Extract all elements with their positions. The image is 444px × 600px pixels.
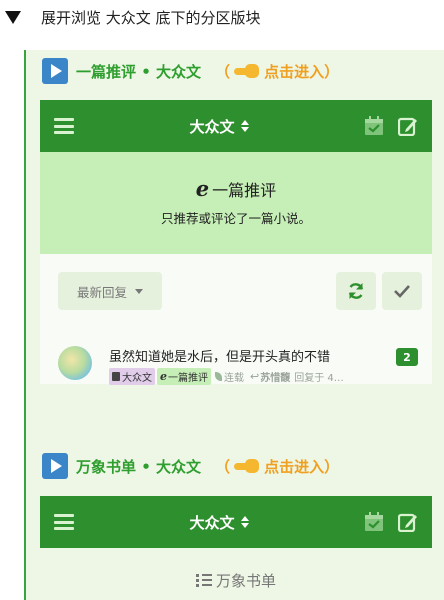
refresh-button[interactable]	[336, 272, 376, 310]
mark-read-button[interactable]	[382, 272, 422, 310]
list-icon	[195, 574, 212, 587]
reply-time: 回复于 4…	[294, 373, 344, 384]
table-row[interactable]: 虽然知道她是水后，但是开头真的不错 2 大众文 e 一篇推评 连载 ↩ 苏惜馥	[40, 340, 432, 385]
reply-icon: ↩	[250, 370, 260, 383]
channel-tag[interactable]: 大众文	[109, 368, 155, 385]
play-icon	[42, 453, 68, 479]
forum-navbar: 大众文	[40, 100, 432, 152]
thread-title[interactable]: 虽然知道她是水后，但是开头真的不错	[109, 346, 330, 365]
forum-tag[interactable]: e 一篇推评	[157, 368, 211, 385]
ie-icon: e	[195, 176, 210, 201]
ie-icon: e	[160, 370, 167, 383]
thread-list: 最新回复 虽然知道她是水后，但是开头真的不错 2 大众文 e 一篇推评 连载 ↩…	[40, 254, 432, 385]
caret-down-icon	[135, 288, 143, 294]
menu-icon[interactable]	[54, 514, 74, 530]
thread-meta: 大众文 e 一篇推评 连载 ↩ 苏惜馥 回复于 4…	[109, 368, 344, 385]
leaf-icon	[215, 372, 222, 381]
avatar[interactable]	[58, 346, 92, 380]
play-icon	[42, 58, 68, 84]
forum-description: 只推荐或评论了一篇小说。	[160, 211, 311, 226]
section-header[interactable]: 一篇推评 • 大众文 （ 点击进入）	[42, 58, 339, 84]
forum-navbar: 大众文	[40, 496, 432, 548]
check-icon	[394, 285, 410, 298]
expand-row[interactable]: 展开浏览 大众文 底下的分区版块	[0, 0, 444, 34]
forum-info[interactable]: 万象书单	[40, 570, 432, 591]
collapse-triangle-icon[interactable]	[5, 10, 21, 24]
sort-icon	[240, 516, 249, 528]
enter-link[interactable]: （ 点击进入）	[215, 456, 339, 477]
calendar-check-icon[interactable]	[364, 512, 384, 532]
menu-icon[interactable]	[54, 118, 74, 134]
refresh-icon	[348, 283, 364, 299]
section-title[interactable]: 一篇推评 • 大众文	[76, 61, 201, 82]
section-title[interactable]: 万象书单 • 大众文	[76, 456, 201, 477]
sort-dropdown[interactable]: 最新回复	[58, 272, 162, 310]
pointing-hand-icon	[234, 64, 260, 78]
section-header[interactable]: 万象书单 • 大众文 （ 点击进入）	[42, 453, 339, 479]
author-name[interactable]: 苏惜馥	[260, 369, 290, 384]
forum-info[interactable]: e 一篇推评 只推荐或评论了一篇小说。	[40, 152, 432, 254]
edit-icon[interactable]	[397, 116, 418, 136]
subforum-panel: 一篇推评 • 大众文 （ 点击进入） 大众文 e 一篇推评 只推荐或评论了一篇小…	[24, 50, 444, 600]
status-badge: 连载	[215, 369, 244, 384]
enter-link[interactable]: （ 点击进入）	[215, 61, 339, 82]
forum-name: 一篇推评	[212, 180, 277, 200]
channel-switcher[interactable]: 大众文	[189, 116, 249, 137]
book-icon	[112, 372, 120, 381]
sort-icon	[240, 120, 249, 132]
edit-icon[interactable]	[397, 512, 418, 532]
pointing-hand-icon	[234, 459, 260, 473]
calendar-check-icon[interactable]	[364, 116, 384, 136]
forum-name: 万象书单	[215, 572, 276, 590]
channel-switcher[interactable]: 大众文	[189, 512, 249, 533]
expand-title: 展开浏览 大众文 底下的分区版块	[41, 8, 261, 27]
reply-count-badge: 2	[396, 348, 418, 366]
